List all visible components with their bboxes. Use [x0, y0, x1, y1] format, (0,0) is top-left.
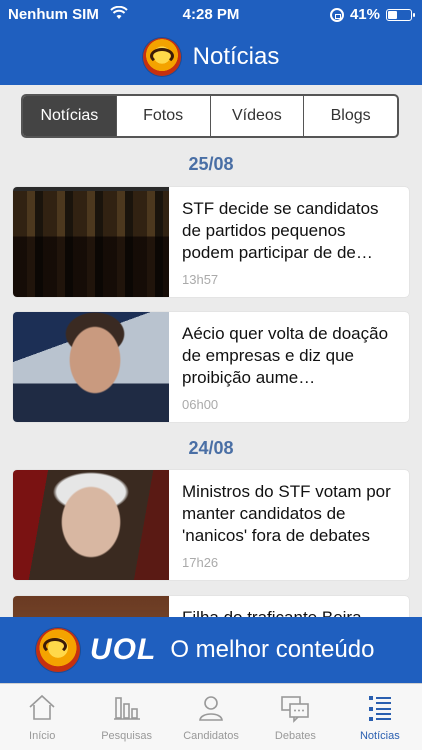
news-thumbnail — [13, 312, 169, 422]
tabbar-label: Início — [29, 730, 56, 742]
news-time: 17h26 — [182, 555, 219, 570]
bar-chart-icon — [113, 697, 140, 720]
person-icon — [199, 696, 223, 721]
tabbar-label: Pesquisas — [101, 730, 152, 742]
date-header: 25/08 — [188, 154, 234, 174]
news-time: 13h57 — [182, 272, 219, 287]
news-headline: Aécio quer volta de doação de empresas e… — [182, 324, 389, 387]
list-icon — [368, 696, 391, 721]
news-card[interactable]: Aécio quer volta de doação de empresas e… — [13, 312, 409, 422]
tabbar-label: Notícias — [359, 730, 400, 742]
tabbar-label: Debates — [274, 730, 316, 742]
uol-logo-icon — [36, 628, 80, 672]
news-time: 06h00 — [182, 397, 219, 412]
ad-slogan: O melhor conteúdo — [170, 636, 375, 663]
tabbar-label: Candidatos — [183, 730, 239, 742]
tabbar-item-pesquisas[interactable]: Pesquisas — [84, 684, 168, 750]
news-card[interactable]: STF decide se candidatos de partidos peq… — [13, 187, 409, 297]
bottom-tab-bar: Início Pesquisas Candidatos Debates Notí… — [0, 683, 422, 750]
date-header: 24/08 — [188, 438, 234, 458]
ad-brand: UOL — [90, 633, 157, 666]
news-thumbnail — [13, 470, 169, 580]
news-thumbnail — [13, 187, 169, 297]
news-card[interactable]: Ministros do STF votam por manter candid… — [13, 470, 409, 580]
home-icon — [29, 694, 55, 720]
tabbar-item-debates[interactable]: Debates — [253, 684, 337, 750]
news-headline: Ministros do STF votam por manter candid… — [182, 482, 391, 545]
tabbar-item-noticias[interactable]: Notícias — [338, 684, 422, 750]
tabbar-item-candidatos[interactable]: Candidatos — [169, 684, 253, 750]
chat-bubbles-icon — [281, 696, 310, 723]
tabbar-item-inicio[interactable]: Início — [0, 684, 84, 750]
news-headline: STF decide se candidatos de partidos peq… — [182, 199, 379, 262]
ad-banner[interactable]: UOL O melhor conteúdo — [0, 617, 422, 683]
